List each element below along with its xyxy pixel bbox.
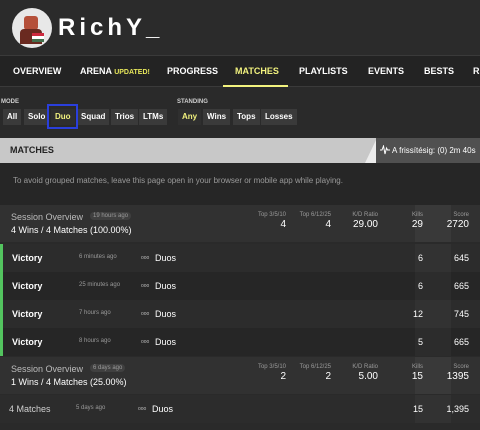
match-score: 1,395: [446, 404, 469, 414]
session-ago: 19 hours ago: [90, 212, 132, 220]
match-time: 25 minutes ago: [79, 282, 121, 288]
tab-matches[interactable]: MATCHES: [235, 66, 279, 76]
match-row[interactable]: 4 Matches 5 days ago ooo Duos 15 1,395: [0, 395, 480, 423]
session-summary: 4 Wins / 4 Matches (100.00%): [11, 225, 132, 235]
username: RichY_: [58, 14, 164, 41]
stat-score: Score 1395: [446, 364, 469, 382]
stat-top-3-5-10: Top 3/5/10 2: [257, 364, 286, 382]
match-kills: 5: [417, 337, 423, 347]
info-area: To avoid grouped matches, leave this pag…: [0, 163, 480, 205]
match-score: 645: [453, 253, 469, 263]
mode-ltms[interactable]: LTMs: [139, 109, 168, 125]
match-result: Victory: [12, 253, 43, 263]
match-result: Victory: [12, 281, 43, 291]
standing-wins[interactable]: Wins: [203, 109, 231, 125]
match-time: 7 hours ago: [79, 310, 111, 316]
stat-kd: K/D Ratio 5.00: [352, 364, 378, 382]
refresh-timer[interactable]: A frissítésig: (0) 2m 40s: [376, 138, 480, 163]
session-ago: 6 days ago: [90, 364, 126, 372]
stat-kd: K/D Ratio 29.00: [352, 212, 378, 230]
session-summary: 1 Wins / 4 Matches (25.00%): [11, 377, 127, 387]
tab-more[interactable]: R: [473, 66, 480, 76]
standing-losses[interactable]: Losses: [261, 109, 297, 125]
standing-any[interactable]: Any: [178, 109, 202, 125]
match-mode: Duos: [155, 309, 177, 319]
standing-tops[interactable]: Tops: [233, 109, 260, 125]
session-overview[interactable]: Session Overview 6 days ago 1 Wins / 4 M…: [0, 357, 480, 394]
tab-playlists[interactable]: PLAYLISTS: [299, 66, 348, 76]
tab-arena[interactable]: ARENA UPDATED!: [80, 66, 150, 76]
match-kills: 6: [417, 253, 423, 263]
stat-kills: Kills 15: [411, 364, 423, 382]
selection-highlight: [47, 104, 78, 129]
match-result: Victory: [12, 337, 43, 347]
match-mode: Duos: [155, 281, 177, 291]
match-kills: 15: [412, 404, 423, 414]
active-tab-indicator: [223, 85, 288, 87]
match-mode: Duos: [155, 253, 177, 263]
info-text: To avoid grouped matches, leave this pag…: [13, 176, 343, 185]
duos-icon: ooo: [138, 406, 147, 412]
duos-icon: ooo: [141, 311, 150, 317]
matches-title: MATCHES: [0, 138, 377, 163]
match-mode: Duos: [155, 337, 177, 347]
session-title: Session Overview: [11, 364, 84, 374]
stat-top-6-12-25: Top 6/12/25 4: [299, 212, 331, 230]
tab-events[interactable]: EVENTS: [368, 66, 404, 76]
matches-bar: MATCHES A frissítésig: (0) 2m 40s: [0, 138, 480, 163]
tab-bests[interactable]: BESTS: [424, 66, 454, 76]
avatar[interactable]: [12, 8, 52, 48]
match-score: 665: [453, 337, 469, 347]
tab-progress[interactable]: PROGRESS: [167, 66, 218, 76]
match-time: 5 days ago: [76, 405, 106, 411]
match-time: 6 minutes ago: [79, 254, 117, 260]
session-title: Session Overview: [11, 212, 84, 222]
session-overview[interactable]: Session Overview 19 hours ago 4 Wins / 4…: [0, 205, 480, 242]
match-row[interactable]: Victory 8 hours ago ooo Duos 5 665: [0, 328, 480, 356]
stat-kills: Kills 29: [411, 212, 423, 230]
flag-icon: [32, 33, 44, 42]
mode-label: MODE: [1, 99, 19, 105]
match-mode: Duos: [152, 404, 174, 414]
match-result: Victory: [12, 309, 43, 319]
duos-icon: ooo: [141, 255, 150, 261]
stat-top-6-12-25: Top 6/12/25 2: [299, 364, 331, 382]
match-row[interactable]: Victory 7 hours ago ooo Duos 12 745: [0, 300, 480, 328]
profile-header: RichY_: [0, 0, 480, 55]
mode-solo[interactable]: Solo: [24, 109, 50, 125]
stat-top-3-5-10: Top 3/5/10 4: [257, 212, 286, 230]
duos-icon: ooo: [141, 283, 150, 289]
mode-trios[interactable]: Trios: [111, 109, 139, 125]
mode-squad[interactable]: Squad: [77, 109, 110, 125]
match-result: 4 Matches: [9, 404, 51, 414]
match-time: 8 hours ago: [79, 338, 111, 344]
match-score: 745: [453, 309, 469, 319]
match-kills: 12: [412, 309, 423, 319]
duos-icon: ooo: [141, 339, 150, 345]
match-row[interactable]: Victory 25 minutes ago ooo Duos 6 665: [0, 272, 480, 300]
match-score: 665: [453, 281, 469, 291]
tab-overview[interactable]: OVERVIEW: [13, 66, 61, 76]
match-row[interactable]: Victory 6 minutes ago ooo Duos 6 645: [0, 244, 480, 272]
match-kills: 6: [417, 281, 423, 291]
top-nav: OVERVIEW ARENA UPDATED! PROGRESS MATCHES…: [0, 55, 480, 87]
updated-badge: UPDATED!: [114, 69, 150, 76]
activity-icon: [380, 145, 390, 155]
mode-all[interactable]: All: [3, 109, 22, 125]
stat-score: Score 2720: [446, 212, 469, 230]
standing-label: STANDING: [177, 99, 208, 105]
